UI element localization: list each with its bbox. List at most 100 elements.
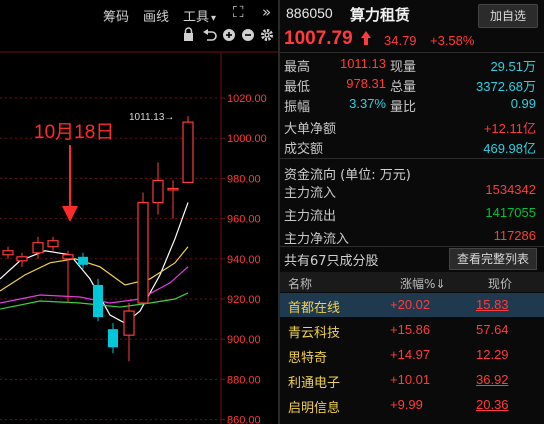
- y-axis-tick-label: 980.00: [227, 173, 261, 185]
- stat-value: 1011.13: [339, 56, 386, 71]
- column-header-price[interactable]: 现价: [488, 275, 512, 292]
- price-cell: 57.64: [476, 322, 509, 337]
- stat-label: 量比: [390, 100, 417, 115]
- lock-icon[interactable]: [184, 27, 193, 41]
- stock-name-cell: 思特奇: [288, 351, 328, 366]
- price-change-pct: +3.58%: [430, 33, 475, 48]
- annotation-date-label: 10月18日: [34, 122, 114, 143]
- price-cell: 15.83: [476, 297, 509, 312]
- candle-body: [93, 284, 103, 318]
- change-cell: +9.99: [390, 397, 423, 412]
- fund-flow-value: 1417055: [485, 205, 536, 220]
- add-to-watchlist-button[interactable]: 加自选: [478, 4, 538, 28]
- price-cell: 36.92: [476, 372, 509, 387]
- big-order-net-label: 大单净额: [284, 122, 337, 137]
- stat-value: 3.37%: [349, 96, 386, 111]
- candle-body: [123, 310, 135, 336]
- kline-chart-pane[interactable]: 1020.00 1000.00 980.00 960.00 940.00 920.00 90…: [0, 0, 278, 424]
- fund-flow-label: 主力净流入: [284, 232, 350, 247]
- stock-name-cell: 启明信息: [288, 401, 341, 416]
- candle-body: [137, 201, 149, 304]
- divider: [280, 246, 544, 247]
- table-row[interactable]: 青云科技 +15.86 57.64: [280, 318, 544, 342]
- fund-flow-title: 资金流向 (单位: 万元): [284, 168, 411, 183]
- fund-flow-label: 主力流入: [284, 186, 337, 201]
- stat-row-low: 最低 978.31 总量 3372.68万: [280, 76, 544, 95]
- candle-body: [78, 256, 88, 265]
- expand-icon[interactable]: ⛶: [233, 3, 244, 21]
- y-axis-tick-label: 900.00: [227, 334, 261, 346]
- table-row[interactable]: 首都在线 +20.02 15.83: [280, 293, 544, 317]
- chips-button[interactable]: 筹码: [103, 6, 129, 25]
- fund-flow-row: 主力净流入 117286: [280, 228, 544, 247]
- turnover-value: 469.98亿: [483, 141, 536, 156]
- big-order-net-value: +12.11亿: [483, 121, 536, 136]
- y-axis-tick-label: 920.00: [227, 294, 261, 306]
- turnover-label: 成交额: [284, 142, 324, 157]
- kline-chart[interactable]: 1020.00 1000.00 980.00 960.00 940.00 920.00 90…: [0, 0, 278, 424]
- stock-code: 886050: [286, 5, 333, 21]
- table-row[interactable]: 思特奇 +14.97 12.29: [280, 343, 544, 367]
- change-cell: +10.01: [390, 372, 431, 387]
- constituents-table-header: 名称 涨幅%⇓ 现价: [280, 272, 544, 292]
- zoom-in-icon[interactable]: [223, 29, 235, 41]
- stock-name-cell: 利通电子: [288, 376, 341, 391]
- stat-label: 总量: [390, 80, 417, 95]
- tools-menu-button[interactable]: 工具 ▾: [183, 6, 216, 25]
- y-axis-tick-label: 940.00: [227, 254, 261, 266]
- more-icon[interactable]: »: [262, 3, 271, 21]
- price-cell: 20.36: [476, 397, 509, 412]
- moving-average-line: [0, 246, 189, 292]
- fund-flow-value: 117286: [493, 228, 536, 243]
- stock-name-cell: 青云科技: [288, 326, 341, 341]
- candle-body: [167, 187, 179, 191]
- candle-body: [16, 256, 28, 262]
- draw-line-button[interactable]: 画线: [143, 6, 169, 25]
- y-axis-tick-label: 860.00: [227, 415, 261, 424]
- candle-body: [152, 179, 164, 204]
- turnover-row: 成交额 469.98亿: [280, 138, 544, 157]
- stat-label: 振幅: [284, 100, 311, 115]
- stat-value: 3372.68万: [476, 79, 536, 94]
- stat-label: 现量: [390, 60, 417, 75]
- candle-body: [62, 254, 74, 260]
- price-change: 34.79: [384, 33, 417, 48]
- fund-flow-row: 主力流出 1417055: [280, 205, 544, 224]
- table-row[interactable]: 利通电子 +10.01 36.92: [280, 368, 544, 392]
- column-header-change[interactable]: 涨幅%⇓: [400, 275, 445, 292]
- constituents-title: 共有67只成分股: [284, 254, 379, 269]
- y-axis-tick-label: 1020.00: [227, 93, 267, 105]
- stock-name: 算力租赁: [350, 6, 411, 24]
- fund-flow-label: 主力流出: [284, 209, 337, 224]
- change-cell: +20.02: [390, 297, 431, 312]
- quote-panel: 886050 算力租赁 加自选 1007.79 34.79 +3.58% 最高 …: [280, 0, 544, 424]
- change-cell: +15.86: [390, 322, 431, 337]
- fund-flow-row: 主力流入 1534342: [280, 182, 544, 201]
- candle-body: [108, 329, 118, 348]
- candle-body: [47, 240, 59, 248]
- big-order-net-row: 大单净额 +12.11亿: [280, 118, 544, 137]
- gear-icon[interactable]: [261, 29, 273, 41]
- stat-value: 978.31: [346, 76, 386, 91]
- stat-value: 0.99: [510, 96, 536, 111]
- zoom-out-icon[interactable]: [242, 29, 254, 41]
- divider: [280, 158, 544, 159]
- stat-label: 最高: [284, 60, 311, 75]
- high-price-marker: 1011.13→: [129, 112, 174, 123]
- y-axis-tick-label: 1000.00: [227, 133, 267, 145]
- chevron-down-icon: ▾: [211, 13, 217, 24]
- table-row[interactable]: 启明信息 +9.99 20.36: [280, 393, 544, 417]
- column-header-name[interactable]: 名称: [288, 275, 312, 292]
- stat-row-amplitude: 振幅 3.37% 量比 0.99: [280, 96, 544, 115]
- undo-icon[interactable]: [203, 29, 217, 41]
- y-axis-tick-label: 880.00: [227, 374, 261, 386]
- stat-value: 29.51万: [490, 59, 536, 74]
- last-price: 1007.79: [284, 28, 353, 49]
- chart-toolbar: 筹码 画线 工具 ▾ ⛶ »: [0, 0, 278, 28]
- candle-body: [2, 250, 14, 256]
- view-full-list-button[interactable]: 查看完整列表: [449, 248, 537, 270]
- price-cell: 12.29: [476, 347, 509, 362]
- y-axis-tick-label: 960.00: [227, 214, 261, 226]
- change-cell: +14.97: [390, 347, 431, 362]
- stat-row-high: 最高 1011.13 现量 29.51万: [280, 56, 544, 75]
